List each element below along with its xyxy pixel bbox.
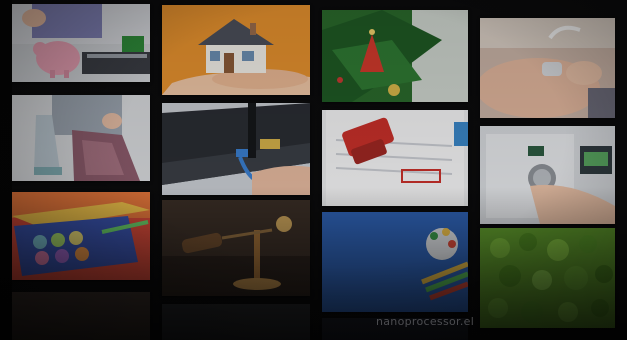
tile-reflection-center <box>162 304 310 340</box>
ironing-image <box>12 95 150 181</box>
approved-stamp-image <box>322 110 468 206</box>
tile-approved-stamp <box>322 110 468 206</box>
tile-paint-palette <box>12 192 150 280</box>
watermark-text: nanoprocessor.el <box>376 315 475 328</box>
ultrasound-image <box>480 18 615 118</box>
tile-moss <box>480 228 615 328</box>
left-edge-shadow <box>0 0 12 340</box>
tile-ultrasound <box>480 18 615 118</box>
tile-washing-machine <box>480 126 615 224</box>
moss-image <box>480 228 615 328</box>
piggy-bank-image <box>12 4 150 82</box>
tile-christmas-tree <box>322 10 468 102</box>
router-image <box>162 103 310 195</box>
tile-colored-pencils <box>322 212 468 312</box>
christmas-tree-image <box>322 10 468 102</box>
tile-ironing <box>12 95 150 181</box>
gavel-image <box>162 200 310 296</box>
photo-collage: nanoprocessor.el <box>0 0 627 340</box>
tile-reflection-left <box>12 292 150 340</box>
tile-router <box>162 103 310 195</box>
tile-gavel <box>162 200 310 296</box>
tile-piggy-bank <box>12 4 150 82</box>
colored-pencils-image <box>322 212 468 312</box>
tile-house-in-hand <box>162 5 310 95</box>
paint-palette-image <box>12 192 150 280</box>
house-image <box>162 5 310 95</box>
washing-machine-image <box>480 126 615 224</box>
